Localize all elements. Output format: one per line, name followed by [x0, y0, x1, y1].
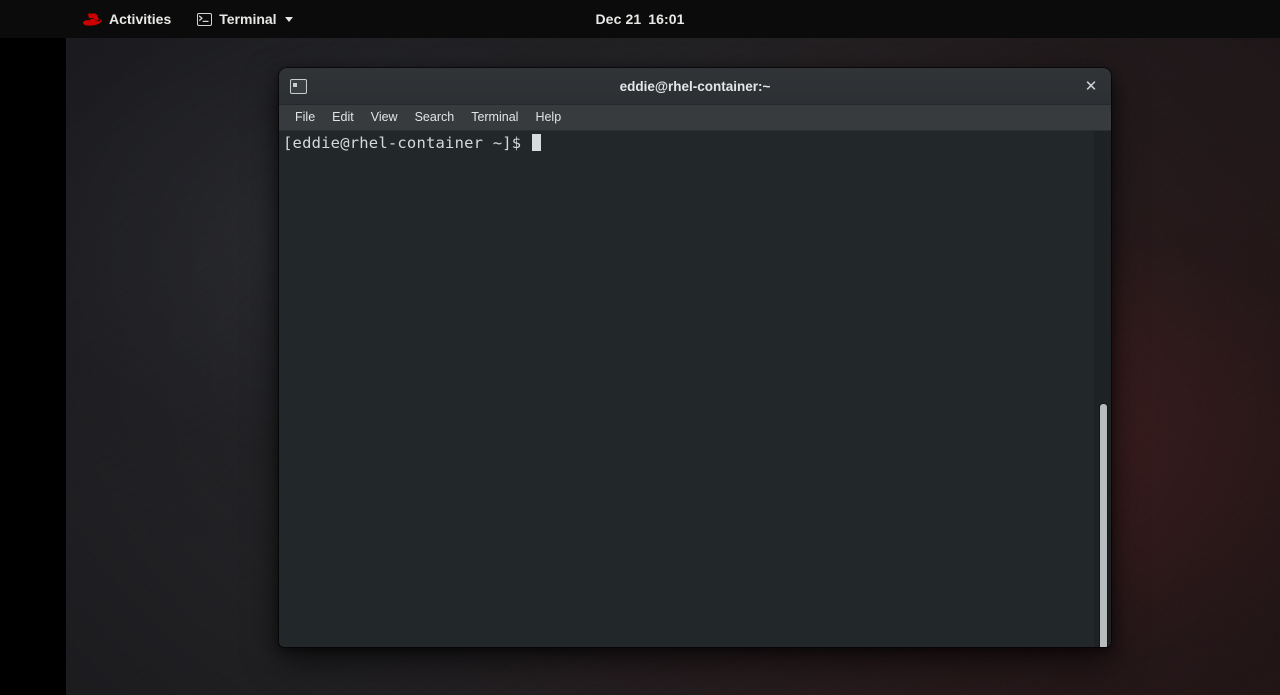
menu-item-edit[interactable]: Edit	[324, 108, 362, 127]
desktop-screen: Activities Terminal Dec 21 16:01 eddie@r…	[0, 0, 1280, 695]
menu-item-terminal[interactable]: Terminal	[463, 108, 526, 127]
chevron-down-icon	[284, 16, 293, 22]
gnome-top-bar: Activities Terminal Dec 21 16:01	[0, 0, 1280, 38]
menu-item-help[interactable]: Help	[527, 108, 569, 127]
scrollbar-thumb[interactable]	[1100, 404, 1107, 647]
menu-item-search[interactable]: Search	[407, 108, 463, 127]
terminal-icon	[290, 78, 307, 94]
app-menu-label: Terminal	[219, 11, 277, 27]
menu-item-view[interactable]: View	[363, 108, 406, 127]
terminal-text: [eddie@rhel-container ~]$	[283, 133, 1087, 153]
clock-button[interactable]: Dec 21 16:01	[587, 8, 692, 30]
window-titlebar[interactable]: eddie@rhel-container:~ ✕	[279, 68, 1111, 105]
terminal-output-area[interactable]: [eddie@rhel-container ~]$	[279, 131, 1111, 647]
menu-item-file[interactable]: File	[287, 108, 323, 127]
activities-button[interactable]: Activities	[76, 6, 178, 32]
clock-time: 16:01	[648, 11, 685, 27]
menu-bar: File Edit View Search Terminal Help	[279, 105, 1111, 131]
clock-date: Dec 21	[595, 11, 642, 27]
terminal-window: eddie@rhel-container:~ ✕ File Edit View …	[279, 68, 1111, 647]
activities-label: Activities	[109, 11, 172, 27]
window-title: eddie@rhel-container:~	[619, 78, 771, 94]
shell-prompt: [eddie@rhel-container ~]$	[283, 134, 531, 152]
terminal-icon	[197, 12, 213, 26]
close-icon[interactable]: ✕	[1079, 74, 1103, 98]
scrollbar-track[interactable]	[1094, 131, 1111, 647]
redhat-logo-icon	[83, 12, 102, 26]
text-cursor	[531, 134, 541, 151]
app-menu-button[interactable]: Terminal	[190, 6, 299, 32]
screen-left-margin	[0, 38, 66, 695]
